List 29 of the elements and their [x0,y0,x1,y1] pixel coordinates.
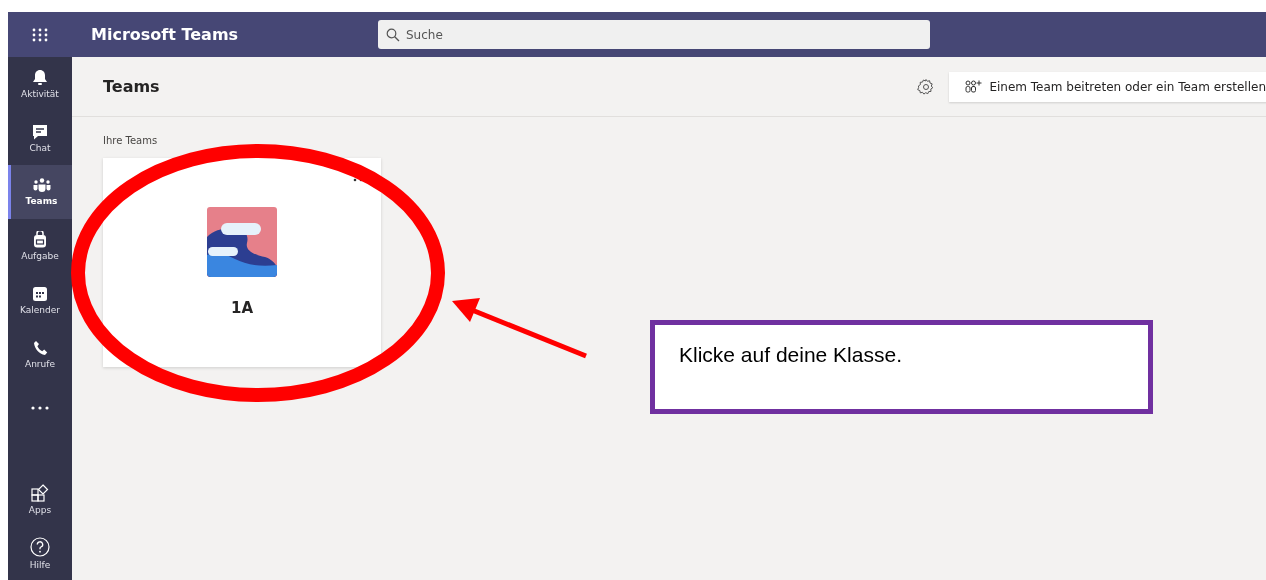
wave-logo-icon [207,207,277,277]
team-card[interactable]: 1A [103,158,381,367]
section-label: Ihre Teams [103,135,159,146]
bell-icon [32,69,48,86]
calendar-icon [32,285,48,302]
join-or-create-team-button[interactable]: Einem Team beitreten oder ein Team erstellen [949,71,1266,102]
nav-item[interactable]: Anrufe [8,327,72,381]
phone-icon [32,339,48,356]
settings-icon[interactable] [917,77,936,96]
nav-item[interactable]: Kalender [8,273,72,327]
apps-icon [31,483,49,502]
nav-item[interactable]: Chat [8,111,72,165]
help-icon [30,536,50,557]
nav-item[interactable]: Hilfe [8,526,72,580]
nav-item[interactable]: Teams [8,165,72,219]
search-field[interactable]: Suche [378,20,930,49]
backpack-icon [33,231,47,248]
app-title: Microsoft Teams [91,25,240,44]
people-add-icon [965,80,983,93]
nav-item[interactable]: Aufgabe [8,219,72,273]
nav-item[interactable]: Aktivität [8,57,72,111]
more-icon [31,406,49,410]
chat-icon [32,123,48,140]
instruction-text: Klicke auf deine Klasse. [679,343,902,366]
team-name: 1A [230,299,253,317]
nav-item[interactable]: Apps [8,472,72,526]
people-icon [32,178,51,193]
app-launcher-icon[interactable] [32,27,48,42]
page-title: Teams [103,77,161,96]
